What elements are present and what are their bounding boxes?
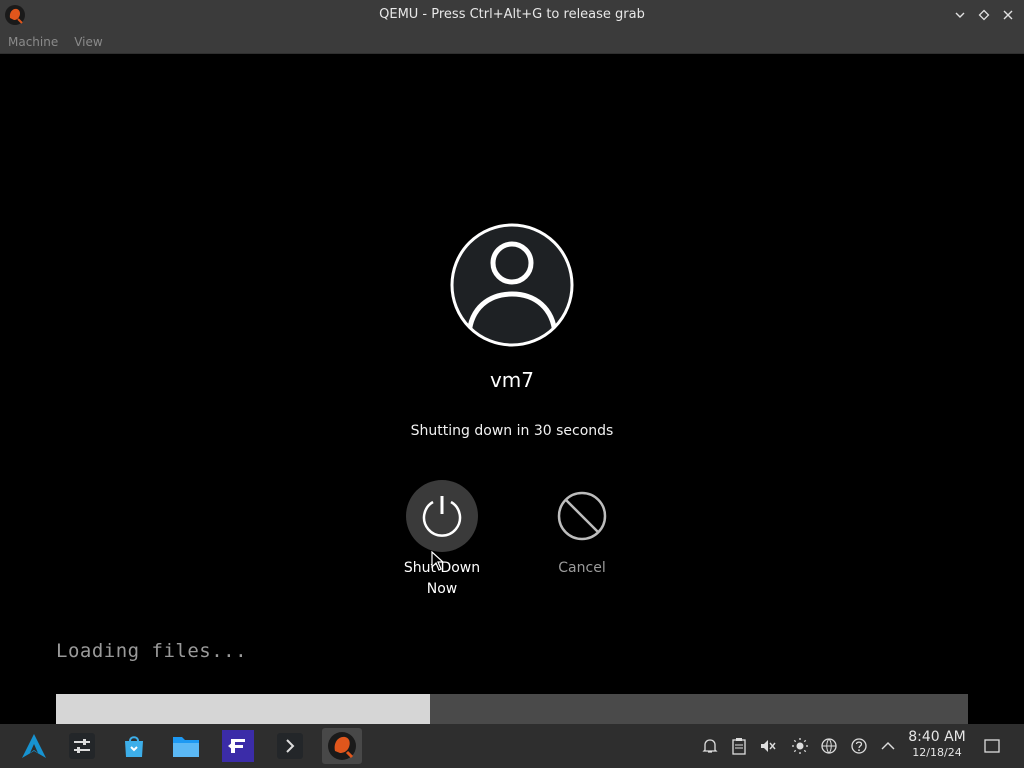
arch-logo-icon[interactable] [16,728,52,764]
power-icon [406,480,478,552]
folder-icon[interactable] [168,728,204,764]
cancel-label: Cancel [558,560,606,576]
settings-icon[interactable] [64,728,100,764]
cancel-icon [546,480,618,552]
close-icon[interactable] [998,5,1018,25]
minimize-icon[interactable] [950,5,970,25]
cancel-button[interactable]: Cancel [527,480,637,579]
menu-view[interactable]: View [74,35,102,49]
store-icon[interactable] [116,728,152,764]
help-icon[interactable] [849,736,869,756]
loading-progress-bar [56,694,968,724]
show-desktop-icon[interactable] [982,736,1002,756]
window-title: QEMU - Press Ctrl+Alt+G to release grab [379,7,645,22]
taskbar: 8:40 AM 12/18/24 [0,724,1024,768]
volume-muted-icon[interactable] [758,736,778,756]
mouse-cursor-icon [431,550,445,571]
show-more-icon[interactable] [878,736,898,756]
brightness-icon[interactable] [790,736,810,756]
qemu-taskbar-icon[interactable] [322,728,362,764]
terminal-icon[interactable] [272,728,308,764]
shutdown-countdown: Shutting down in 30 seconds [410,423,614,439]
maximize-icon[interactable] [974,5,994,25]
menubar: Machine View [0,30,1024,54]
user-avatar-icon [449,222,575,348]
shutdown-now-button[interactable]: Shut Down Now [387,480,497,600]
window-titlebar: QEMU - Press Ctrl+Alt+G to release grab [0,0,1024,30]
clock-time: 8:40 AM [908,729,966,745]
loading-progress-fill [56,694,430,724]
clock[interactable]: 8:40 AM 12/18/24 [900,729,974,759]
vm-display[interactable]: vm7 Shutting down in 30 seconds Shut Dow… [0,55,1024,724]
console-loading-text: Loading files... [56,640,248,662]
notification-icon[interactable] [700,736,720,756]
text-editor-icon[interactable] [220,728,256,764]
menu-machine[interactable]: Machine [8,35,58,49]
username: vm7 [489,368,535,392]
clipboard-icon[interactable] [729,736,749,756]
clock-date: 12/18/24 [912,746,962,759]
network-icon[interactable] [819,736,839,756]
